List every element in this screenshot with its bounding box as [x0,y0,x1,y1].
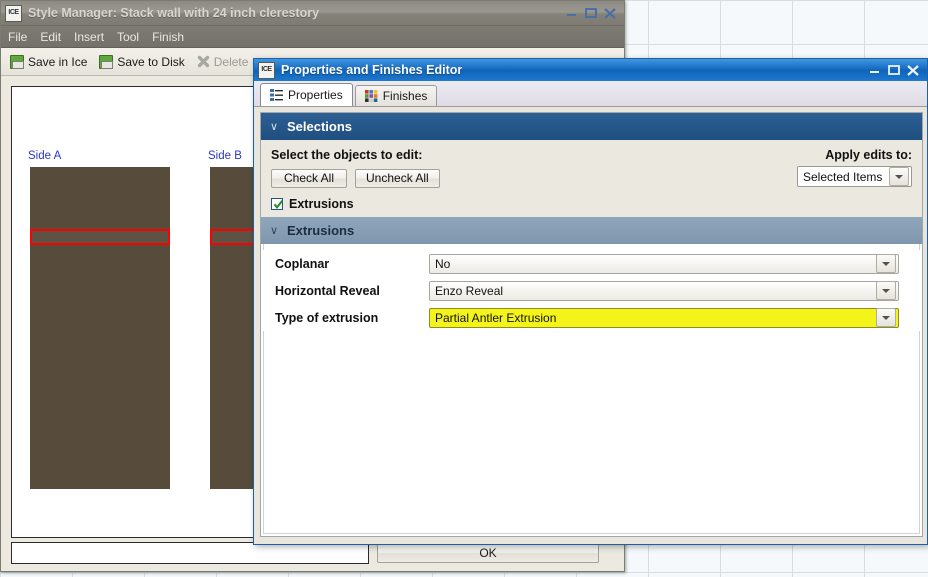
tab-properties[interactable]: Properties [260,83,353,106]
horizontal-reveal-dropdown[interactable]: Enzo Reveal [429,280,899,301]
minimize-icon[interactable] [566,8,578,18]
ice-logo-icon: ICE [258,61,275,79]
ok-button[interactable]: OK [377,543,599,563]
extrusions-section-title: Extrusions [287,223,355,238]
selections-content: Select the objects to edit: Check All Un… [261,140,922,217]
properties-dialog-tabstrip: Properties Finishes [254,81,927,107]
menu-item-file[interactable]: File [8,30,27,44]
maximize-icon[interactable] [888,65,900,75]
list-icon [270,89,283,101]
chevron-down-icon[interactable] [876,254,896,273]
field-row-type-of-extrusion: Type of extrusion Partial Antler Extrusi… [261,304,922,331]
field-row-horizontal-reveal: Horizontal Reveal Enzo Reveal [261,277,922,304]
type-of-extrusion-dropdown[interactable]: Partial Antler Extrusion [429,307,899,328]
side-a-label: Side A [28,150,62,162]
tab-finishes[interactable]: Finishes [354,85,438,106]
properties-panel-body: ∨ Selections Select the objects to edit:… [260,112,923,537]
close-icon[interactable] [604,7,616,19]
coplanar-dropdown[interactable]: No [429,253,899,274]
coplanar-label: Coplanar [275,256,330,271]
apply-edits-group: Apply edits to: Selected Items [797,148,912,187]
save-icon [10,54,24,69]
delete-label: Delete [213,54,249,69]
save-in-ice-label: Save in Ice [28,54,88,69]
tab-finishes-label: Finishes [382,89,428,103]
delete-x-icon [197,55,210,68]
style-manager-title: Style Manager: Stack wall with 24 inch c… [28,6,320,20]
apply-edits-dropdown[interactable]: Selected Items [797,166,912,187]
style-manager-titlebar[interactable]: ICE Style Manager: Stack wall with 24 in… [1,1,624,26]
menu-item-edit[interactable]: Edit [40,30,61,44]
type-of-extrusion-value: Partial Antler Extrusion [435,310,557,325]
type-of-extrusion-label: Type of extrusion [275,310,379,325]
style-manager-window-buttons [566,7,620,19]
save-in-ice-button[interactable]: Save in Ice [6,53,91,71]
selections-section-header[interactable]: ∨ Selections [261,113,922,140]
delete-button[interactable]: Delete [193,53,253,71]
menu-item-tool[interactable]: Tool [117,30,139,44]
properties-dialog-title: Properties and Finishes Editor [281,63,463,77]
extrusions-checkbox-label: Extrusions [289,197,354,211]
coplanar-value: No [435,256,451,271]
apply-edits-label: Apply edits to: [825,148,912,162]
chevron-down-icon[interactable] [876,281,896,300]
chevron-down-icon[interactable]: ∨ [261,224,287,237]
ice-logo-icon: ICE [5,4,22,22]
style-name-input[interactable] [11,542,369,564]
wall-panel-side-a [30,167,170,489]
chevron-down-icon[interactable]: ∨ [261,120,287,133]
minimize-icon[interactable] [869,65,881,75]
uncheck-all-button[interactable]: Uncheck All [355,169,440,188]
extrusions-checkbox-row[interactable]: Extrusions [271,197,912,211]
style-manager-menubar: File Edit Insert Tool Finish [1,26,624,48]
chevron-down-icon[interactable] [876,308,896,327]
horizontal-reveal-value: Enzo Reveal [435,283,504,298]
maximize-icon[interactable] [585,8,597,18]
extrusions-checkbox[interactable] [271,198,284,210]
horizontal-reveal-band-a [30,229,170,245]
menu-item-finish[interactable]: Finish [152,30,184,44]
horizontal-reveal-label: Horizontal Reveal [275,283,380,298]
selections-section-title: Selections [287,119,353,134]
color-swatch-icon [364,90,378,102]
check-all-button[interactable]: Check All [271,169,347,188]
properties-dialog-window-buttons [869,64,923,76]
field-row-coplanar: Coplanar No [261,250,922,277]
apply-edits-value: Selected Items [803,169,883,184]
tab-properties-label: Properties [288,88,343,102]
save-to-disk-label: Save to Disk [117,54,185,69]
chevron-down-icon[interactable] [889,167,909,186]
properties-and-finishes-editor-dialog: ICE Properties and Finishes Editor Prope… [253,58,928,545]
save-icon [99,54,114,69]
menu-item-insert[interactable]: Insert [74,30,104,44]
close-icon[interactable] [907,64,919,76]
extrusions-section-header[interactable]: ∨ Extrusions [261,217,922,244]
side-b-label: Side B [208,150,242,162]
properties-dialog-titlebar[interactable]: ICE Properties and Finishes Editor [254,59,927,81]
save-to-disk-button[interactable]: Save to Disk [95,53,188,71]
